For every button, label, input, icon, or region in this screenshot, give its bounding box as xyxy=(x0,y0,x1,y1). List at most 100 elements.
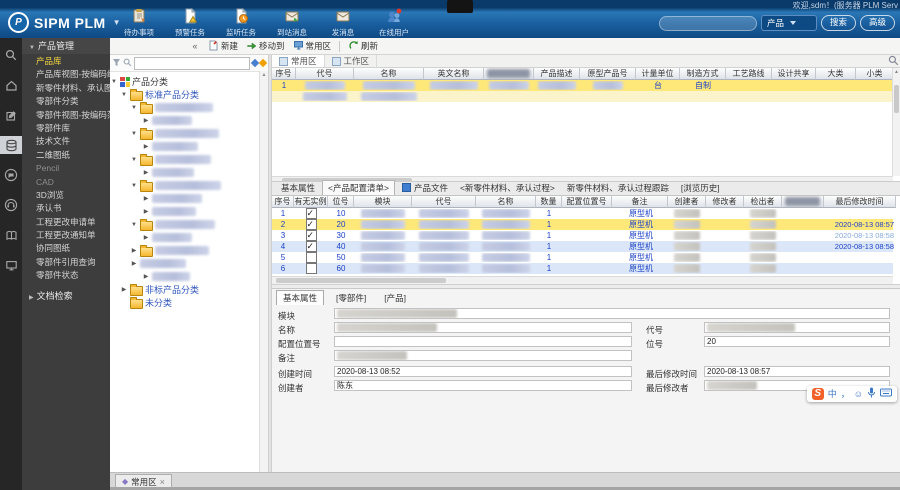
search-button[interactable]: 搜索 xyxy=(821,15,856,31)
sidebar-item[interactable]: 零部件库 xyxy=(22,122,110,135)
tree-node-censored[interactable]: ▼ xyxy=(110,127,268,140)
tree-node-censored[interactable]: ▶ xyxy=(110,257,268,270)
sidebar-group-product-mgmt[interactable]: ▼产品管理 xyxy=(22,38,110,54)
bom-row[interactable]: 2 20 1 原型机 2020-08-13 08:57 xyxy=(272,219,893,230)
note-link[interactable]: 原型机 xyxy=(629,253,653,262)
bom-row[interactable]: 6 60 1 原型机 xyxy=(272,263,893,274)
note-link[interactable]: 原型机 xyxy=(629,231,653,240)
column-header[interactable]: 代号 xyxy=(296,68,354,80)
move-to-button[interactable]: 移动到 xyxy=(246,40,285,53)
collapse-panel-button[interactable]: « xyxy=(190,41,200,51)
filter-icon[interactable] xyxy=(112,58,121,69)
sidebar-item[interactable]: Pencil xyxy=(22,162,110,175)
inbox-messages-button[interactable]: 到站消息 xyxy=(271,8,313,38)
tree-node-censored[interactable]: ▶ xyxy=(110,244,268,257)
relation-tab[interactable]: [浏览历史] xyxy=(676,181,725,195)
row-checkbox[interactable] xyxy=(306,208,317,219)
tab-favorites-area[interactable]: 常用区 xyxy=(272,55,325,67)
column-header[interactable]: 有无实例 xyxy=(294,196,328,208)
tree-node-censored[interactable]: ▶ xyxy=(110,231,268,244)
code-field[interactable] xyxy=(704,322,890,333)
tree-node-nonstandard[interactable]: ▶ 非标产品分类 xyxy=(110,283,268,296)
tree-node-censored[interactable]: ▶ xyxy=(110,140,268,153)
config-pos-field[interactable] xyxy=(334,336,632,347)
expander-open-icon[interactable]: ▼ xyxy=(130,157,138,163)
home-module-icon[interactable] xyxy=(0,76,22,94)
bom-grid-hscrollbar[interactable] xyxy=(272,276,893,284)
column-header[interactable]: 配置位置号 xyxy=(562,196,612,208)
note-field[interactable] xyxy=(334,350,632,361)
product-row-selected[interactable]: 1 台 自制 xyxy=(272,80,893,91)
tab-part[interactable]: [零部件] xyxy=(330,291,372,305)
column-header[interactable]: 位号 xyxy=(328,196,354,208)
row-checkbox[interactable] xyxy=(306,252,317,263)
tree-search-icon[interactable] xyxy=(123,58,132,69)
monitor-tasks-button[interactable]: 监听任务 xyxy=(220,8,262,38)
column-header[interactable]: 名称 xyxy=(354,68,424,80)
tree-node-censored[interactable]: ▼ xyxy=(110,179,268,192)
note-link[interactable]: 原型机 xyxy=(629,209,653,218)
scroll-thumb[interactable] xyxy=(276,278,446,283)
expander-closed-icon[interactable]: ▶ xyxy=(142,169,150,176)
ime-keyboard-icon[interactable] xyxy=(880,388,892,400)
search-category-select[interactable]: 产品 xyxy=(761,15,817,31)
sidebar-item[interactable]: 承认书 xyxy=(22,202,110,215)
sidebar-item[interactable]: 新零件材料、承认图纸-标准 xyxy=(22,82,110,95)
refresh-button[interactable]: 刷新 xyxy=(348,40,378,53)
expander-closed-icon[interactable]: ▶ xyxy=(142,143,150,150)
column-header[interactable]: 大类 xyxy=(816,68,856,80)
favorites-area-button[interactable]: 常用区 xyxy=(293,40,332,53)
tree-node-censored[interactable]: ▶ xyxy=(110,166,268,179)
close-icon[interactable]: × xyxy=(160,477,165,487)
edit-module-icon[interactable] xyxy=(0,106,22,124)
sidebar-item[interactable]: 3D浏览 xyxy=(22,189,110,202)
column-header[interactable]: 检出者 xyxy=(744,196,782,208)
expander-open-icon[interactable]: ▼ xyxy=(130,105,138,111)
sidebar-item[interactable]: 零部件引用查询 xyxy=(22,256,110,269)
sidebar-item[interactable]: 零部件分类 xyxy=(22,95,110,108)
column-header[interactable]: 原型产品号 xyxy=(580,68,636,80)
tree-node-censored[interactable]: ▶ xyxy=(110,192,268,205)
tab-work-area[interactable]: 工作区 xyxy=(325,55,378,67)
column-header[interactable]: 名称 xyxy=(476,196,536,208)
online-users-button[interactable]: 在线用户 xyxy=(373,8,415,38)
bom-row[interactable]: 3 30 1 原型机 2020-08-13 08:58 xyxy=(272,230,893,241)
expander-closed-icon[interactable]: ▶ xyxy=(142,195,150,202)
dock-tab-favorites[interactable]: ◆ 常用区 × xyxy=(115,474,172,488)
row-checkbox[interactable] xyxy=(306,241,317,252)
row-checkbox[interactable] xyxy=(306,263,317,274)
advanced-search-button[interactable]: 高级 xyxy=(860,15,895,31)
tree-scrollbar[interactable]: ▲ xyxy=(259,71,268,472)
search-input[interactable] xyxy=(659,16,757,31)
bom-row[interactable]: 5 50 1 原型机 xyxy=(272,252,893,263)
sidebar-item[interactable]: 工程更改通知单 xyxy=(22,229,110,242)
modified-time-field[interactable]: 2020-08-13 08:57 xyxy=(704,366,890,377)
column-header[interactable] xyxy=(782,196,824,208)
expander-open-icon[interactable]: ▼ xyxy=(130,183,138,189)
tab-basic-attrs[interactable]: 基本属性 xyxy=(276,290,324,305)
note-link[interactable]: 原型机 xyxy=(629,220,653,229)
scroll-up-icon[interactable]: ▲ xyxy=(260,71,268,79)
expander-closed-icon[interactable]: ▶ xyxy=(130,260,138,267)
expander-closed-icon[interactable]: ▶ xyxy=(142,234,150,241)
product-grid-vscrollbar[interactable]: ▲ xyxy=(892,68,900,176)
column-header[interactable]: 小类 xyxy=(856,68,894,80)
column-header[interactable]: 序号 xyxy=(272,196,294,208)
expander-closed-icon[interactable]: ▶ xyxy=(142,273,150,280)
expander-open-icon[interactable]: ▼ xyxy=(130,222,138,228)
tree-node-censored[interactable]: ▼ xyxy=(110,153,268,166)
send-message-button[interactable]: 发消息 xyxy=(322,8,364,38)
expander-open-icon[interactable]: ▼ xyxy=(130,131,138,137)
creator-field[interactable]: 陈东 xyxy=(334,380,632,391)
expander-closed-icon[interactable]: ▶ xyxy=(142,208,150,215)
data-module-icon[interactable] xyxy=(0,136,22,154)
relation-tab[interactable]: 新零件材料、承认过程跟踪 xyxy=(562,181,674,195)
sidebar-item[interactable]: 工程更改申请单 xyxy=(22,216,110,229)
pos-field[interactable]: 20 xyxy=(704,336,890,347)
sidebar-item[interactable]: 产品库视图-按编码组织 xyxy=(22,68,110,81)
ime-emoji-icon[interactable]: ☺ xyxy=(854,388,863,400)
column-header[interactable]: 代号 xyxy=(412,196,476,208)
tree-node-censored[interactable]: ▶ xyxy=(110,114,268,127)
module-field[interactable] xyxy=(334,308,890,319)
alert-tasks-button[interactable]: 预警任务 xyxy=(169,8,211,38)
